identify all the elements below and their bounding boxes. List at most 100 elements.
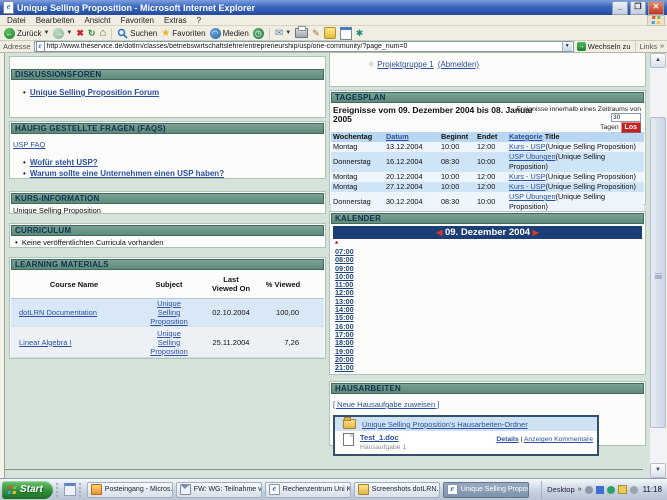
event-row: Montag20.12.200410:0012:00Kurs - USP(Uni… (331, 172, 644, 182)
calendar-next-icon[interactable]: ▶ (533, 228, 539, 237)
close-button[interactable]: ✕ (648, 1, 664, 15)
event-end: 10:00 (477, 197, 509, 207)
vertical-scrollbar[interactable]: ▲ ▼ (650, 53, 666, 478)
event-date: 16.12.2004 (386, 157, 441, 167)
edit-icon[interactable]: ✎ (312, 29, 320, 38)
subject-link[interactable]: Unique Selling Proposition (146, 299, 192, 326)
tray-icon-1[interactable] (585, 486, 593, 494)
desktop-toolbar-label[interactable]: Desktop (547, 485, 575, 494)
menu-item-5[interactable]: ? (192, 16, 206, 25)
days-input[interactable]: 30 (611, 113, 641, 122)
menu-item-0[interactable]: Datei (2, 16, 31, 25)
print-icon[interactable] (295, 28, 308, 38)
event-category-cell: USP Übungen(Unique Selling Proposition) (509, 152, 642, 172)
search-button[interactable]: Suchen (117, 28, 157, 39)
desktop-chevron-icon[interactable]: » (578, 486, 582, 493)
back-button[interactable]: ← Zurück ▼ (4, 28, 49, 39)
los-button[interactable]: Los (621, 122, 641, 133)
event-category-link[interactable]: Kurs - USP (509, 142, 546, 151)
start-label: Start (20, 484, 43, 495)
project-group-link[interactable]: Projektgruppe 1 (377, 60, 433, 69)
mail-button[interactable]: ✉ ▼ (275, 29, 291, 38)
media-button[interactable]: ◠ Medien (210, 28, 249, 39)
forum-link[interactable]: Unique Selling Proposition Forum (30, 88, 159, 97)
home-icon[interactable]: ⌂ (99, 29, 106, 38)
event-start: 10:00 (441, 142, 477, 152)
restore-button[interactable]: ❐ (630, 1, 646, 15)
menu-item-2[interactable]: Ansicht (79, 16, 115, 25)
event-day: Donnerstag (333, 157, 386, 167)
taskbar-task-4[interactable]: eUnique Selling Propos... (443, 482, 529, 498)
mail-dropdown-icon[interactable]: ▼ (285, 30, 291, 36)
menu-item-3[interactable]: Favoriten (116, 16, 159, 25)
taskbar-grip-2[interactable] (79, 483, 84, 497)
event-category-link[interactable]: USP Übungen (509, 152, 556, 161)
taskbar-task-3[interactable]: Screenshots dotLRN.... (354, 482, 440, 498)
address-input[interactable]: e http://www.theservice.de/dotlrn/classe… (34, 41, 574, 52)
scroll-down-icon[interactable]: ▼ (650, 463, 666, 478)
homework-file-link[interactable]: Test_1.doc (360, 433, 399, 442)
event-row: Donnerstag16.12.200408:3010:00USP Übunge… (331, 152, 644, 172)
materials-portlet: LEARNING MATERIALS Course Name Subject L… (9, 257, 326, 359)
event-category-cell: USP Übungen(Unique Selling Proposition) (509, 192, 642, 212)
faq-question-link[interactable]: Wofür steht USP? (30, 158, 98, 167)
faq-question-link[interactable]: Warum sollte eine Unternehmen einen USP … (30, 169, 224, 178)
history-icon[interactable]: ◷ (253, 28, 264, 39)
faq-portlet: HÄUFIG GESTELLTE FRAGEN (FAQS) USP FAQ •… (9, 121, 326, 179)
back-dropdown-icon[interactable]: ▼ (43, 30, 49, 36)
menu-item-1[interactable]: Bearbeiten (31, 16, 80, 25)
course-link[interactable]: dotLRN Documentation (19, 308, 97, 317)
discuss-icon[interactable]: ✱ (356, 29, 364, 38)
favorites-star-icon: ★ (161, 29, 170, 38)
course-info-header: KURS-INFORMATION (11, 193, 324, 204)
assign-homework-link[interactable]: [ Neue Hausaufgabe zuweisen ] (333, 400, 439, 409)
abmelden-link[interactable]: (Abmelden) (438, 60, 479, 69)
calendar-time-link[interactable]: 21:00 (335, 364, 357, 372)
course-link[interactable]: Linear Algebra I (19, 338, 72, 347)
taskbar-task-0[interactable]: Posteingang - Micros... (87, 482, 173, 498)
menu-item-4[interactable]: Extras (159, 16, 192, 25)
col-kategorie-link[interactable]: Kategorie (509, 132, 543, 141)
details-link[interactable]: Details (496, 436, 518, 443)
event-category-link[interactable]: USP Übungen (509, 192, 556, 201)
forward-button[interactable]: → ▼ (53, 28, 72, 39)
tray-icon-4[interactable] (618, 485, 627, 494)
address-dropdown-icon[interactable]: ▼ (562, 42, 572, 51)
event-category-link[interactable]: Kurs - USP (509, 182, 546, 191)
task-label: Screenshots dotLRN.... (372, 486, 440, 493)
scrollbar-thumb[interactable] (650, 117, 666, 428)
quick-launch-icon[interactable] (64, 483, 76, 496)
minimize-button[interactable]: _ (612, 1, 628, 15)
subject-link[interactable]: Unique Selling Proposition (146, 329, 192, 356)
start-button[interactable]: Start (2, 481, 53, 499)
show-comments-link[interactable]: Anzeigen Kommentare (524, 436, 593, 443)
stop-icon[interactable]: ✖ (76, 29, 84, 38)
taskbar-grip[interactable] (56, 483, 61, 497)
forward-dropdown-icon[interactable]: ▼ (66, 30, 72, 36)
windows-logo-icon (647, 15, 665, 26)
faq-group-link[interactable]: USP FAQ (13, 140, 45, 149)
links-label: Links (640, 42, 658, 51)
calendar-prev-icon[interactable]: ◀ (436, 228, 442, 237)
homework-folder-link[interactable]: Unique Selling Proposition's Hausarbeite… (362, 420, 528, 429)
favorites-button[interactable]: ★ Favoriten (161, 29, 205, 38)
tray-icon-2[interactable] (596, 486, 604, 494)
messenger-icon[interactable] (324, 27, 336, 39)
tray-icon-5[interactable] (630, 486, 638, 494)
task-label: FW: WG: Teilnahme v... (194, 486, 262, 493)
media-label: Medien (223, 29, 249, 38)
title-bar: e Unique Selling Proposition - Microsoft… (0, 0, 667, 15)
tagesplan-portlet: TAGESPLAN Ereignisse vom 09. Dezember 20… (329, 90, 646, 205)
col-datum-link[interactable]: Datum (386, 132, 409, 141)
refresh-icon[interactable]: ↻ (88, 29, 96, 38)
col-wochentag: Wochentag (333, 132, 386, 142)
scroll-up-icon[interactable]: ▲ (650, 53, 666, 68)
tray-icon-3[interactable] (607, 486, 615, 494)
taskbar-task-1[interactable]: FW: WG: Teilnahme v... (176, 482, 262, 498)
links-chevron-icon[interactable]: » (660, 43, 664, 50)
bullet-icon: • (15, 238, 18, 247)
event-category-link[interactable]: Kurs - USP (509, 172, 546, 181)
sidebar-icon[interactable] (340, 27, 352, 40)
taskbar-task-2[interactable]: eRechenzentrum Uni K... (265, 482, 351, 498)
go-button[interactable]: → Wechseln zu (577, 42, 631, 51)
